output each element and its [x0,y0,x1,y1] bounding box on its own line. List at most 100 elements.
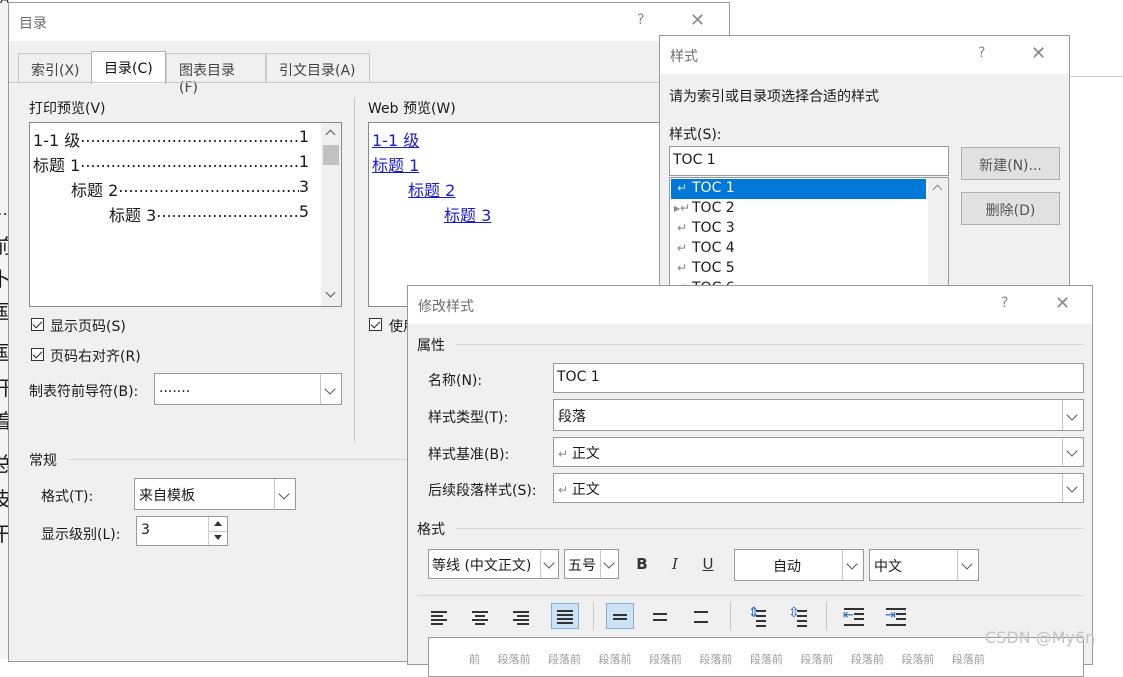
toc-preview-page: 1 [298,127,309,146]
dropdown-button[interactable] [274,479,295,509]
modify-dialog-titlebar: 修改样式 ? ✕ [408,286,1092,324]
help-icon[interactable]: ? [1001,295,1008,311]
list-item[interactable]: ↵ TOC 3 [672,220,735,240]
double-spacing-icon[interactable] [688,604,716,630]
language-select[interactable]: 中文 [869,549,979,581]
style-name-value: TOC 1 [673,152,716,168]
close-icon[interactable]: ✕ [690,12,705,30]
properties-separator [456,344,1084,345]
align-center-icon[interactable] [467,604,495,630]
modify-dialog-title: 修改样式 [418,299,474,315]
toc-preview-line: 标题 1 ...................................… [33,152,309,176]
tab-figures[interactable]: 图表目录(F) [166,53,266,96]
general-separator [67,459,407,460]
following-style-select[interactable]: ↵ 正文 [553,473,1084,503]
align-right-icon[interactable] [508,604,536,630]
formats-select[interactable]: 来自模板 [134,478,296,510]
dropdown-button[interactable] [842,550,863,580]
web-preview-link[interactable]: 标题 2 [408,177,455,201]
one-half-spacing-icon[interactable] [647,604,675,630]
list-item-label: TOC 1 [692,180,735,196]
align-left-icon[interactable] [426,604,454,630]
close-icon[interactable]: ✕ [1031,45,1046,63]
web-preview-box: 1-1 级 标题 1 标题 2 标题 3 [368,122,668,307]
font-select[interactable]: 等线 (中文正文) [428,549,559,579]
print-preview-scrollbar[interactable] [321,123,341,306]
icon-line [886,608,906,610]
following-style-label: 后续段落样式(S): [428,483,537,499]
preview-word: 段落前 [648,653,682,666]
preview-word: 段落前 [850,653,884,666]
justify-icon[interactable] [551,603,579,629]
show-page-numbers-checkbox[interactable] [31,318,44,331]
style-type-select[interactable]: 段落 [553,399,1084,431]
toc-preview-text: 标题 1 [33,156,81,175]
style-name-input[interactable]: TOC 1 [669,146,949,176]
web-preview-link[interactable]: 标题 1 [372,152,419,176]
right-align-label[interactable]: 页码右对齐(R) [50,346,141,366]
increase-spacing-icon[interactable]: ⇕ [742,604,770,630]
spin-down-button[interactable] [208,531,227,545]
scroll-down-icon[interactable] [325,287,336,298]
icon-line [797,620,807,622]
based-on-label: 样式基准(B): [428,447,510,463]
font-value: 等线 (中文正文) [432,558,532,574]
help-icon[interactable]: ? [637,12,644,28]
dropdown-button[interactable] [320,374,341,404]
dropdown-button[interactable] [540,550,558,578]
levels-spinner[interactable]: 3 [136,516,228,546]
delete-style-button[interactable]: 删除(D) [961,192,1060,225]
spin-up-button[interactable] [208,517,227,532]
tab-toc[interactable]: 目录(C) [91,51,166,84]
icon-line [886,624,906,626]
style-dialog-title: 样式 [670,49,698,65]
icon-line [756,625,766,627]
dropdown-button[interactable] [1062,400,1083,430]
list-item[interactable]: ↵ TOC 5 [672,260,735,280]
formats-label: 格式(T): [41,489,94,505]
list-item-label: TOC 2 [692,200,735,216]
web-preview-link[interactable]: 标题 3 [444,202,491,226]
underline-button[interactable]: U [698,555,718,573]
font-color-select[interactable]: 自动 [734,549,864,581]
style-type-value: 段落 [558,409,586,425]
help-icon[interactable]: ? [978,45,985,61]
based-on-select[interactable]: ↵ 正文 [553,437,1084,467]
tab-index[interactable]: 索引(X) [18,53,98,83]
chevron-down-icon [846,558,858,570]
dropdown-button[interactable] [1062,438,1083,466]
scroll-thumb[interactable] [323,145,339,165]
new-style-button[interactable]: 新建(N)... [961,147,1060,180]
toc-preview-text: 标题 3 [109,206,157,225]
toc-preview-line: 标题 3 ...................................… [109,202,309,226]
dropdown-button[interactable] [1062,474,1083,502]
dropdown-button[interactable] [600,550,618,578]
single-spacing-icon[interactable] [606,603,634,629]
style-name-field[interactable]: TOC 1 [553,363,1084,393]
toc-preview-page: 5 [298,202,309,221]
decrease-spacing-icon[interactable]: ⇳ [783,604,811,630]
tab-leader-select[interactable]: ....... [154,373,342,405]
use-hyperlinks-checkbox[interactable] [369,318,382,331]
list-item[interactable]: ↵ TOC 1 [672,180,735,200]
scroll-up-icon[interactable] [932,184,943,195]
scroll-up-icon[interactable] [325,129,336,140]
format-section-label: 格式 [417,522,445,538]
italic-button[interactable]: I [665,555,685,573]
bold-button[interactable]: B [632,555,652,573]
vertical-divider [354,98,355,443]
close-icon[interactable]: ✕ [1055,295,1070,313]
icon-line [472,619,488,621]
dropdown-button[interactable] [957,550,978,580]
decrease-indent-icon[interactable]: ⇤ [840,604,868,630]
list-item[interactable]: ▸↵ TOC 2 [672,200,735,220]
list-item[interactable]: ↵ TOC 4 [672,240,735,260]
right-align-checkbox[interactable] [31,348,44,361]
font-size-select[interactable]: 五号 [564,549,619,579]
icon-line [557,614,573,616]
increase-indent-icon[interactable]: ⇥ [882,604,910,630]
tab-authorities[interactable]: 引文目录(A) [266,53,370,83]
web-preview-link[interactable]: 1-1 级 [372,127,419,151]
show-page-numbers-label[interactable]: 显示页码(S) [50,316,126,336]
icon-line [854,613,864,615]
